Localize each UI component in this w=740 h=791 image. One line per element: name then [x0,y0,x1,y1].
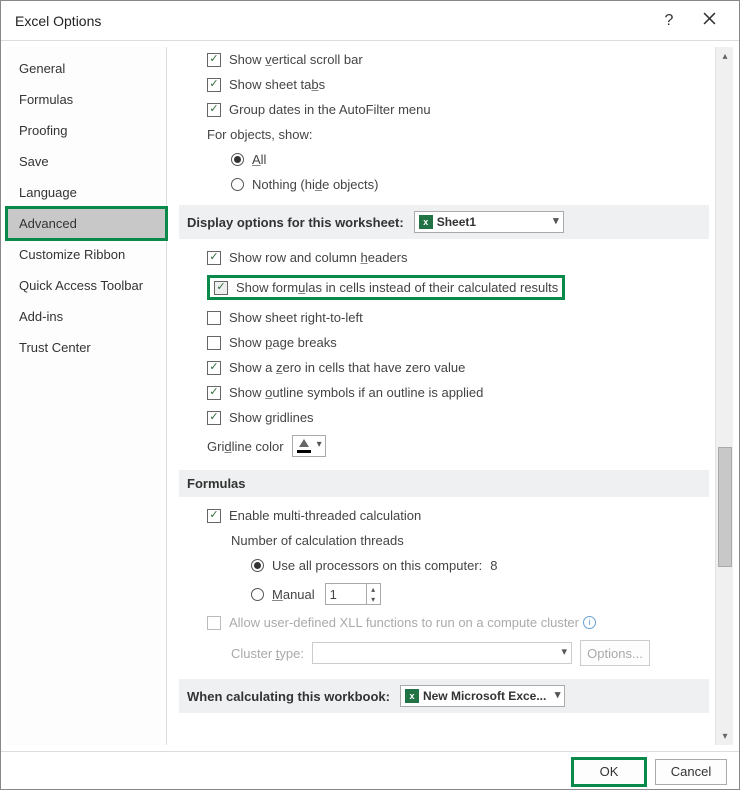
vertical-scrollbar[interactable]: ▴ ▾ [715,47,733,745]
options-content: Show vertical scroll bar Show sheet tabs… [167,41,715,751]
label-objects-nothing: Nothing (hide objects) [252,177,378,192]
sidebar-item-add-ins[interactable]: Add-ins [7,301,166,332]
excel-icon: x [405,689,419,703]
spinner-down-icon[interactable]: ▾ [367,594,380,604]
scroll-down-icon[interactable]: ▾ [716,727,734,745]
scroll-up-icon[interactable]: ▴ [716,47,734,65]
label-group-dates-autofilter: Group dates in the AutoFilter menu [229,102,431,117]
checkbox-show-vertical-scrollbar[interactable] [207,53,221,67]
sidebar-item-advanced[interactable]: Advanced [7,208,166,239]
spinner-up-icon[interactable]: ▴ [367,584,380,594]
radio-manual-threads[interactable] [251,588,264,601]
checkbox-show-sheet-tabs[interactable] [207,78,221,92]
checkbox-xll-cluster [207,616,221,630]
checkbox-sheet-rtl[interactable] [207,311,221,325]
label-objects-all: All [252,152,266,167]
label-page-breaks: Show page breaks [229,335,337,350]
excel-icon: x [419,215,433,229]
section-display-worksheet-label: Display options for this worksheet: [187,215,404,230]
checkbox-show-headers[interactable] [207,251,221,265]
help-button[interactable]: ? [649,12,689,30]
bucket-icon [297,439,311,453]
label-show-headers: Show row and column headers [229,250,408,265]
processor-count: 8 [490,558,497,573]
sidebar-item-general[interactable]: General [7,53,166,84]
checkbox-multithreaded[interactable] [207,509,221,523]
checkbox-group-dates-autofilter[interactable] [207,103,221,117]
section-calc-workbook: When calculating this workbook: x New Mi… [179,679,709,713]
label-manual-threads: Manual [272,587,315,602]
checkbox-show-formulas[interactable] [214,281,228,295]
label-show-formulas: Show formulas in cells instead of their … [236,280,558,295]
sidebar-item-formulas[interactable]: Formulas [7,84,166,115]
gridline-color-picker[interactable] [292,435,326,457]
label-gridline-color: Gridline color [207,439,284,454]
button-cluster-options: Options... [580,640,650,666]
label-sheet-rtl: Show sheet right-to-left [229,310,363,325]
section-calc-workbook-label: When calculating this workbook: [187,689,390,704]
titlebar: Excel Options ? [1,1,739,41]
dropdown-cluster-type [312,642,572,664]
cancel-button[interactable]: Cancel [655,759,727,785]
label-all-processors: Use all processors on this computer: [272,558,482,573]
scroll-thumb[interactable] [718,447,732,567]
radio-objects-all[interactable] [231,153,244,166]
ok-button[interactable]: OK [573,759,645,785]
label-show-sheet-tabs: Show sheet tabs [229,77,325,92]
label-for-objects-show: For objects, show: [207,127,313,142]
label-show-vertical-scrollbar: Show vertical scroll bar [229,52,363,67]
section-formulas: Formulas [179,470,709,497]
dialog-footer: OK Cancel [1,751,739,791]
dropdown-worksheet-value: Sheet1 [437,215,476,229]
section-formulas-label: Formulas [187,476,246,491]
sidebar-item-proofing[interactable]: Proofing [7,115,166,146]
sidebar-item-save[interactable]: Save [7,146,166,177]
sidebar-item-customize-ribbon[interactable]: Customize Ribbon [7,239,166,270]
label-cluster-type: Cluster type: [231,646,304,661]
dropdown-worksheet[interactable]: x Sheet1 [414,211,564,233]
sidebar-item-trust-center[interactable]: Trust Center [7,332,166,363]
spinner-thread-count[interactable]: 1 ▴▾ [325,583,381,605]
sidebar-item-quick-access-toolbar[interactable]: Quick Access Toolbar [7,270,166,301]
checkbox-outline-symbols[interactable] [207,386,221,400]
label-outline-symbols: Show outline symbols if an outline is ap… [229,385,483,400]
radio-all-processors[interactable] [251,559,264,572]
checkbox-gridlines[interactable] [207,411,221,425]
radio-objects-nothing[interactable] [231,178,244,191]
label-show-zero: Show a zero in cells that have zero valu… [229,360,465,375]
dropdown-workbook-value: New Microsoft Exce... [423,689,546,703]
label-multithreaded: Enable multi-threaded calculation [229,508,421,523]
close-button[interactable] [689,12,729,30]
spinner-value: 1 [326,587,366,602]
label-xll-cluster: Allow user-defined XLL functions to run … [229,615,579,630]
label-gridlines: Show gridlines [229,410,314,425]
dropdown-workbook[interactable]: x New Microsoft Exce... [400,685,565,707]
window-title: Excel Options [15,13,649,29]
sidebar-item-language[interactable]: Language [7,177,166,208]
checkbox-show-zero[interactable] [207,361,221,375]
checkbox-page-breaks[interactable] [207,336,221,350]
info-icon[interactable]: i [583,616,596,629]
section-display-worksheet: Display options for this worksheet: x Sh… [179,205,709,239]
sidebar: General Formulas Proofing Save Language … [7,47,167,745]
label-thread-count: Number of calculation threads [231,533,404,548]
